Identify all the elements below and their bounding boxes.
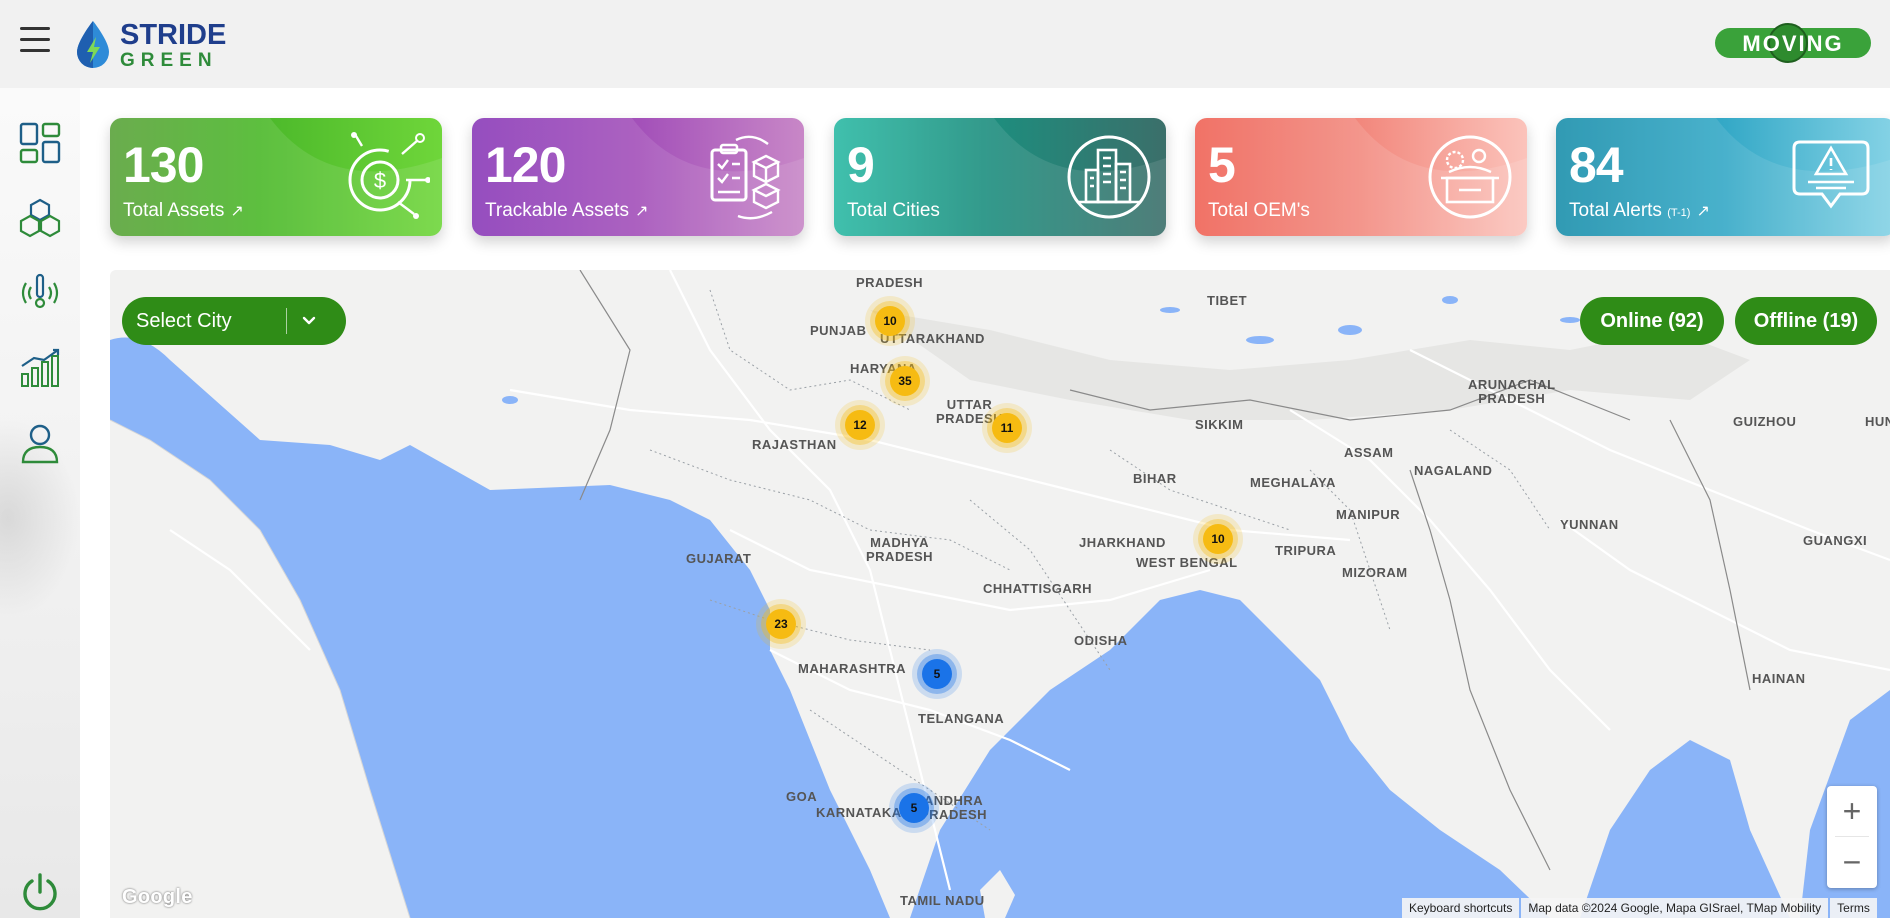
city-select-label: Select City — [136, 309, 232, 332]
online-filter-button[interactable]: Online (92) — [1580, 297, 1724, 345]
total-cities-card[interactable]: 9 Total Cities — [834, 118, 1166, 236]
map-attribution: Keyboard shortcuts Map data ©2024 Google… — [1400, 898, 1877, 918]
total-oems-value: 5 — [1208, 137, 1236, 193]
svg-text:MOVING: MOVING — [1742, 31, 1843, 56]
left-sidebar — [0, 88, 80, 918]
region-label: MAHARASHTRA — [798, 661, 907, 676]
total-cities-label: Total Cities — [847, 200, 940, 221]
offline-filter-button[interactable]: Offline (19) — [1735, 297, 1877, 345]
region-label: TAMIL NADU — [900, 893, 985, 908]
region-label: BIHAR — [1133, 471, 1177, 486]
region-label: GUANGXI — [1803, 533, 1868, 548]
total-oems-label: Total OEM's — [1208, 200, 1310, 221]
user-profile-icon[interactable] — [18, 421, 62, 465]
external-arrow-icon[interactable]: ↗ — [635, 203, 648, 220]
region-label: MADHYA PRADESH — [866, 535, 934, 565]
brand-name-line1: STRIDE — [120, 18, 227, 51]
map-cluster-marker[interactable]: 23 — [766, 609, 796, 639]
dashboard-grid-icon[interactable] — [18, 121, 62, 165]
trackable-assets-label: Trackable Assets ↗ — [485, 200, 649, 221]
map-zoom-controls: + − — [1827, 786, 1877, 888]
region-label: ASSAM — [1344, 445, 1394, 460]
region-label: YUNNAN — [1560, 517, 1619, 532]
region-label: PRADESH — [856, 275, 924, 290]
keyboard-shortcuts-link[interactable]: Keyboard shortcuts — [1402, 898, 1520, 918]
region-label: GOA — [786, 789, 818, 804]
dollar-target-icon: $ — [348, 132, 430, 219]
region-label: MANIPUR — [1336, 507, 1401, 522]
zoom-out-button[interactable]: − — [1827, 837, 1877, 887]
brand-name-line2: GREEN — [120, 49, 218, 71]
region-label: GUIZHOU — [1733, 414, 1797, 429]
region-label: PUNJAB — [810, 323, 867, 338]
total-alerts-value: 84 — [1569, 137, 1624, 193]
total-cities-value: 9 — [847, 137, 875, 193]
alert-message-icon — [1792, 140, 1870, 209]
region-label: HUN — [1865, 414, 1890, 429]
total-assets-label: Total Assets ↗ — [123, 200, 244, 221]
power-icon[interactable] — [20, 872, 60, 912]
map-cluster-marker[interactable]: 12 — [845, 410, 875, 440]
total-alerts-card[interactable]: 84 Total Alerts (T-1) ↗ — [1556, 118, 1890, 236]
analytics-chart-icon[interactable] — [18, 346, 62, 390]
assets-map[interactable]: PRADESH PUNJAB UTTARAKHAND HARYANA UTTAR… — [110, 270, 1890, 918]
map-cluster-marker[interactable]: 10 — [875, 306, 905, 336]
region-label: SIKKIM — [1195, 417, 1244, 432]
region-label: MEGHALAYA — [1250, 475, 1336, 490]
water-drop-icon — [77, 21, 109, 68]
total-assets-card[interactable]: 130 Total Assets ↗ $ — [110, 118, 442, 236]
factory-box-icon — [1428, 135, 1512, 219]
external-arrow-icon[interactable]: ↗ — [1696, 203, 1709, 220]
map-cluster-marker[interactable]: 5 — [899, 793, 929, 823]
region-label: GUJARAT — [686, 551, 752, 566]
region-label: JHARKHAND — [1079, 535, 1166, 550]
region-label: HAINAN — [1752, 671, 1806, 686]
clipboard-boxes-icon — [710, 135, 781, 220]
map-cluster-marker[interactable]: 5 — [922, 659, 952, 689]
region-label: NAGALAND — [1414, 463, 1493, 478]
terms-link[interactable]: Terms — [1830, 898, 1877, 918]
tracker-signal-icon[interactable] — [18, 271, 62, 315]
region-label: WEST BENGAL — [1136, 555, 1238, 570]
region-label: RAJASTHAN — [752, 437, 837, 452]
map-cluster-marker[interactable]: 10 — [1203, 524, 1233, 554]
trackable-assets-card[interactable]: 120 Trackable Assets ↗ — [472, 118, 804, 236]
city-select-dropdown[interactable]: Select City — [122, 297, 346, 345]
google-logo[interactable]: Google — [122, 886, 193, 909]
zoom-in-button[interactable]: + — [1827, 786, 1877, 836]
map-cluster-marker[interactable]: 35 — [890, 366, 920, 396]
dropdown-separator — [286, 308, 287, 334]
region-label: ODISHA — [1074, 633, 1128, 648]
external-arrow-icon[interactable]: ↗ — [230, 203, 243, 220]
assets-boxes-icon[interactable] — [18, 196, 62, 240]
top-header: STRIDE GREEN MOVING — [0, 0, 1890, 88]
trackable-assets-value: 120 — [485, 137, 566, 193]
stride-green-logo[interactable]: STRIDE GREEN — [74, 17, 226, 73]
total-alerts-label: Total Alerts (T-1) ↗ — [1569, 200, 1710, 221]
hamburger-menu-icon[interactable] — [20, 27, 50, 53]
region-label: ANDHRA PRADESH — [920, 793, 988, 823]
region-label: TIBET — [1207, 293, 1248, 308]
map-data-credit: Map data ©2024 Google, Mapa GISrael, TMa… — [1521, 898, 1829, 918]
total-oems-card[interactable]: 5 Total OEM's — [1195, 118, 1527, 236]
svg-text:$: $ — [374, 168, 386, 193]
region-label: TELANGANA — [918, 711, 1005, 726]
region-label: KARNATAKA — [816, 805, 902, 820]
region-label: TRIPURA — [1275, 543, 1337, 558]
alerts-period-suffix: (T-1) — [1667, 207, 1691, 219]
map-cluster-marker[interactable]: 11 — [992, 413, 1022, 443]
city-buildings-icon — [1067, 135, 1151, 219]
region-label: ARUNACHAL PRADESH — [1468, 377, 1556, 407]
total-assets-value: 130 — [123, 137, 204, 193]
region-label: CHHATTISGARH — [983, 581, 1093, 596]
moving-partner-logo: MOVING — [1715, 23, 1871, 63]
chevron-down-icon — [302, 316, 316, 325]
region-label: MIZORAM — [1342, 565, 1408, 580]
